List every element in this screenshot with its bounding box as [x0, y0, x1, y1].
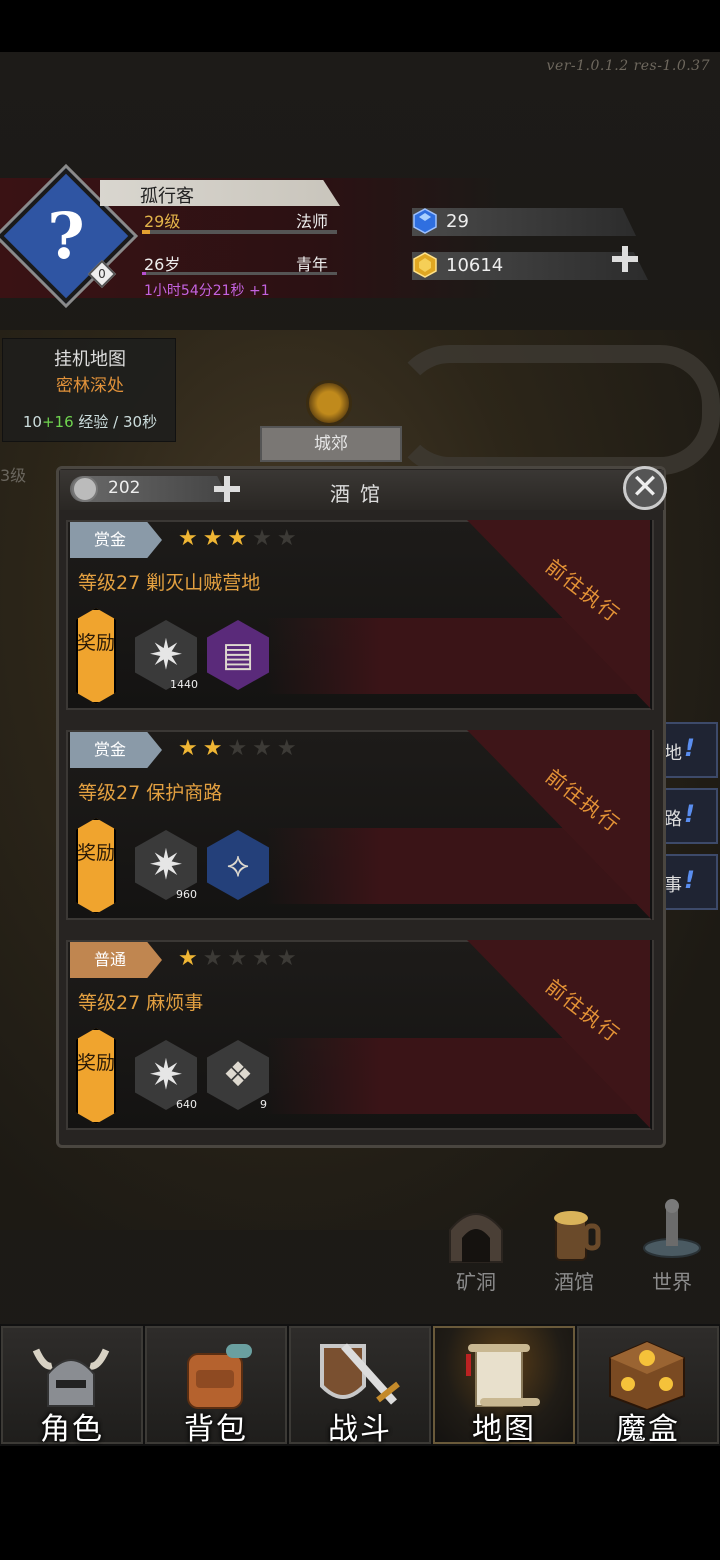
character-name: 孤行客	[140, 186, 194, 207]
sword-shield-icon	[320, 1343, 400, 1405]
quest-tag-label: 赏金	[93, 740, 126, 759]
add-gold-button[interactable]	[610, 244, 640, 274]
helmet-icon	[32, 1348, 110, 1407]
reward-label: 奖励	[76, 1052, 115, 1074]
side-tab-3-label: 事	[664, 875, 682, 896]
reward-label: 奖励	[76, 632, 115, 654]
item-amount: 9	[260, 1098, 267, 1111]
nav-character-label: 角色	[40, 1412, 104, 1447]
close-button[interactable]: ✕	[623, 466, 667, 510]
backpack-icon	[187, 1344, 252, 1409]
alert-icon: !	[684, 800, 695, 828]
exp-amount: 640	[176, 1098, 197, 1111]
magic-cube-icon	[609, 1340, 685, 1410]
book-item-icon: ▤	[221, 635, 255, 675]
tavern-mug-icon[interactable]	[542, 1202, 606, 1262]
exp-amount: 1440	[170, 678, 198, 691]
idle-map-title: 挂机地图	[54, 349, 126, 370]
quest-title: 等级27 保护商路	[78, 782, 223, 804]
quest-stars: ★★★★★	[178, 946, 302, 971]
side-tab-2-label: 路	[664, 809, 682, 830]
quest-tag-label: 普通	[93, 950, 126, 969]
city-label[interactable]: 城郊	[260, 426, 402, 462]
claw-item-icon: ⟡	[226, 845, 250, 885]
quest-stars: ★★★★★	[178, 736, 302, 761]
map-edge-level-text: 3级	[0, 466, 27, 485]
reward-label: 奖励	[76, 842, 115, 864]
mage-class-icon: ?	[47, 198, 85, 274]
map-road	[390, 345, 720, 475]
mine-icon[interactable]	[444, 1204, 508, 1264]
side-tab-1-label: 地	[664, 743, 682, 764]
poi-tavern-label[interactable]: 酒馆	[542, 1266, 606, 1295]
reward-badge	[76, 818, 116, 914]
city-map-node[interactable]	[306, 380, 352, 426]
avatar-badge-count: 0	[98, 267, 106, 281]
quest-title: 等级27 剿灭山贼营地	[78, 572, 261, 594]
version-label: ver-1.0.1.2 res-1.0.37	[546, 58, 710, 74]
gem-icon	[413, 208, 437, 234]
tavern-title: 酒馆	[330, 482, 390, 506]
alert-icon: !	[684, 734, 695, 762]
idle-map-location: 密林深处	[56, 376, 124, 396]
gem-count: 29	[446, 211, 469, 232]
reward-badge	[76, 1028, 116, 1124]
quest-tag-label: 赏金	[93, 530, 126, 549]
exp-amount: 960	[176, 888, 197, 901]
nav-map-label: 地图	[472, 1412, 536, 1447]
reward-badge	[76, 608, 116, 704]
exp-base: 10	[22, 413, 42, 431]
age-timer: 1小时54分21秒 +1	[144, 283, 270, 299]
gold-count: 10614	[446, 255, 504, 276]
poi-mine-label[interactable]: 矿洞	[444, 1266, 508, 1295]
age-progress-bar	[142, 272, 337, 275]
system-nav-area	[0, 1446, 720, 1560]
scroll-map-icon	[466, 1344, 540, 1407]
gold-icon	[413, 252, 437, 278]
idle-exp-rate: 10+16 经验 / 30秒	[3, 411, 177, 432]
exp-suffix: 经验 / 30秒	[73, 413, 158, 431]
ticket-icon	[72, 476, 98, 502]
idle-map-panel[interactable]: 挂机地图 密林深处 10+16 经验 / 30秒	[2, 338, 176, 442]
character-class: 法师	[296, 212, 329, 231]
character-level: 29级	[144, 212, 181, 231]
nav-battle-label: 战斗	[328, 1412, 392, 1447]
nav-magicbox-label: 魔盒	[616, 1412, 680, 1447]
quest-stars: ★★★★★	[178, 526, 302, 551]
status-bar	[0, 0, 720, 52]
alert-icon: !	[684, 866, 695, 894]
add-ticket-button[interactable]	[212, 474, 242, 504]
exp-bonus: +16	[41, 413, 74, 431]
quest-title: 等级27 麻烦事	[78, 992, 204, 1014]
name-plate	[100, 180, 340, 206]
nav-bag-label: 背包	[184, 1412, 248, 1447]
ticket-count: 202	[108, 478, 141, 498]
level-progress-bar	[142, 230, 337, 234]
poi-world-label[interactable]: 世界	[640, 1266, 704, 1295]
world-fountain-icon[interactable]	[640, 1198, 704, 1258]
